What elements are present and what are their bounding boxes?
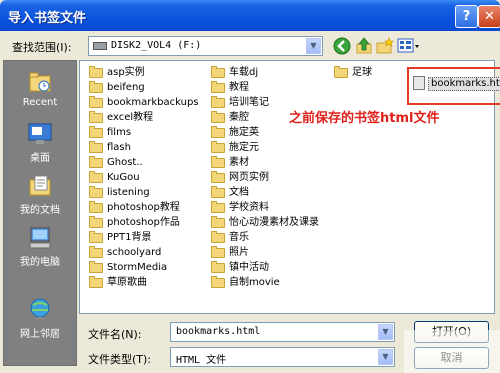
file-list[interactable]: asp实例 beifeng bookmarkbackups excel教程 fi… bbox=[79, 60, 500, 314]
folder-icon bbox=[211, 66, 225, 78]
place-desktop[interactable]: 桌面 bbox=[4, 121, 76, 164]
chevron-down-icon[interactable]: ▼ bbox=[306, 38, 321, 54]
annotation-text: 之前保存的书签html文件 bbox=[289, 111, 440, 126]
folder-icon bbox=[89, 111, 103, 123]
look-in-value: DISK2_VOL4 (F:) bbox=[111, 40, 202, 51]
folder-icon bbox=[89, 201, 103, 213]
folder-icon bbox=[89, 66, 103, 78]
filetype-select[interactable]: HTML 文件 ▼ bbox=[170, 347, 395, 367]
place-network-label: 网上邻居 bbox=[20, 329, 60, 340]
title-bar: 导入书签文件 ? ✕ bbox=[0, 0, 500, 31]
network-icon bbox=[27, 297, 53, 323]
place-my-computer[interactable]: 我的电脑 bbox=[4, 225, 76, 268]
new-folder-icon[interactable] bbox=[376, 37, 394, 55]
place-my-documents[interactable]: 我的文档 bbox=[4, 173, 76, 216]
place-recent[interactable]: Recent bbox=[4, 69, 76, 108]
folder-icon bbox=[211, 276, 225, 288]
folder-icon bbox=[211, 231, 225, 243]
folder-icon bbox=[89, 276, 103, 288]
drive-icon bbox=[93, 42, 107, 50]
places-bar: Recent 桌面 我的文档 我的电脑 网上邻居 bbox=[3, 60, 77, 366]
folder-icon bbox=[89, 246, 103, 258]
folder-icon bbox=[211, 171, 225, 183]
window-title: 导入书签文件 bbox=[8, 11, 87, 26]
folder-icon bbox=[89, 156, 103, 168]
watermark-overlay bbox=[404, 330, 500, 373]
place-desktop-label: 桌面 bbox=[30, 153, 50, 164]
my-computer-icon bbox=[27, 225, 53, 251]
folder-icon bbox=[89, 216, 103, 228]
folder-icon bbox=[89, 186, 103, 198]
place-recent-label: Recent bbox=[22, 97, 58, 108]
folder-icon bbox=[211, 81, 225, 93]
desktop-icon bbox=[27, 121, 53, 147]
folder-icon bbox=[211, 126, 225, 138]
folder-icon bbox=[211, 261, 225, 273]
close-button[interactable]: ✕ bbox=[478, 5, 500, 28]
filename-value: bookmarks.html bbox=[176, 326, 261, 337]
folder-icon bbox=[89, 141, 103, 153]
folder-icon bbox=[211, 216, 225, 228]
folder-icon bbox=[211, 156, 225, 168]
my-documents-icon bbox=[27, 173, 53, 199]
place-my-computer-label: 我的电脑 bbox=[20, 257, 60, 268]
filetype-value: HTML 文件 bbox=[176, 355, 227, 366]
filename-label: 文件名(N): bbox=[88, 328, 142, 341]
folder-icon bbox=[89, 231, 103, 243]
place-network[interactable]: 网上邻居 bbox=[4, 297, 76, 340]
folder-icon bbox=[211, 111, 225, 123]
folder-icon bbox=[89, 171, 103, 183]
look-in-label: 查找范围(I): bbox=[12, 41, 72, 54]
back-icon[interactable] bbox=[333, 37, 351, 55]
up-folder-icon[interactable] bbox=[355, 37, 373, 55]
folder-icon bbox=[211, 246, 225, 258]
filetype-label: 文件类型(T): bbox=[88, 353, 152, 366]
folder-icon bbox=[89, 96, 103, 108]
help-button[interactable]: ? bbox=[455, 5, 478, 28]
folder-icon bbox=[89, 81, 103, 93]
folder-icon bbox=[211, 186, 225, 198]
folder-icon bbox=[89, 126, 103, 138]
look-in-combo[interactable]: DISK2_VOL4 (F:) ▼ bbox=[88, 36, 323, 56]
folder-icon bbox=[334, 66, 348, 78]
filename-input[interactable]: bookmarks.html ▼ bbox=[170, 322, 395, 342]
folder-icon bbox=[211, 96, 225, 108]
recent-icon bbox=[27, 69, 53, 95]
folder-icon bbox=[211, 201, 225, 213]
folder-icon bbox=[211, 141, 225, 153]
view-menu-icon[interactable] bbox=[397, 37, 421, 55]
html-file-icon bbox=[413, 76, 425, 90]
place-my-documents-label: 我的文档 bbox=[20, 205, 60, 216]
folder-icon bbox=[89, 261, 103, 273]
chevron-down-icon[interactable]: ▼ bbox=[378, 324, 393, 340]
chevron-down-icon[interactable]: ▼ bbox=[378, 349, 393, 365]
